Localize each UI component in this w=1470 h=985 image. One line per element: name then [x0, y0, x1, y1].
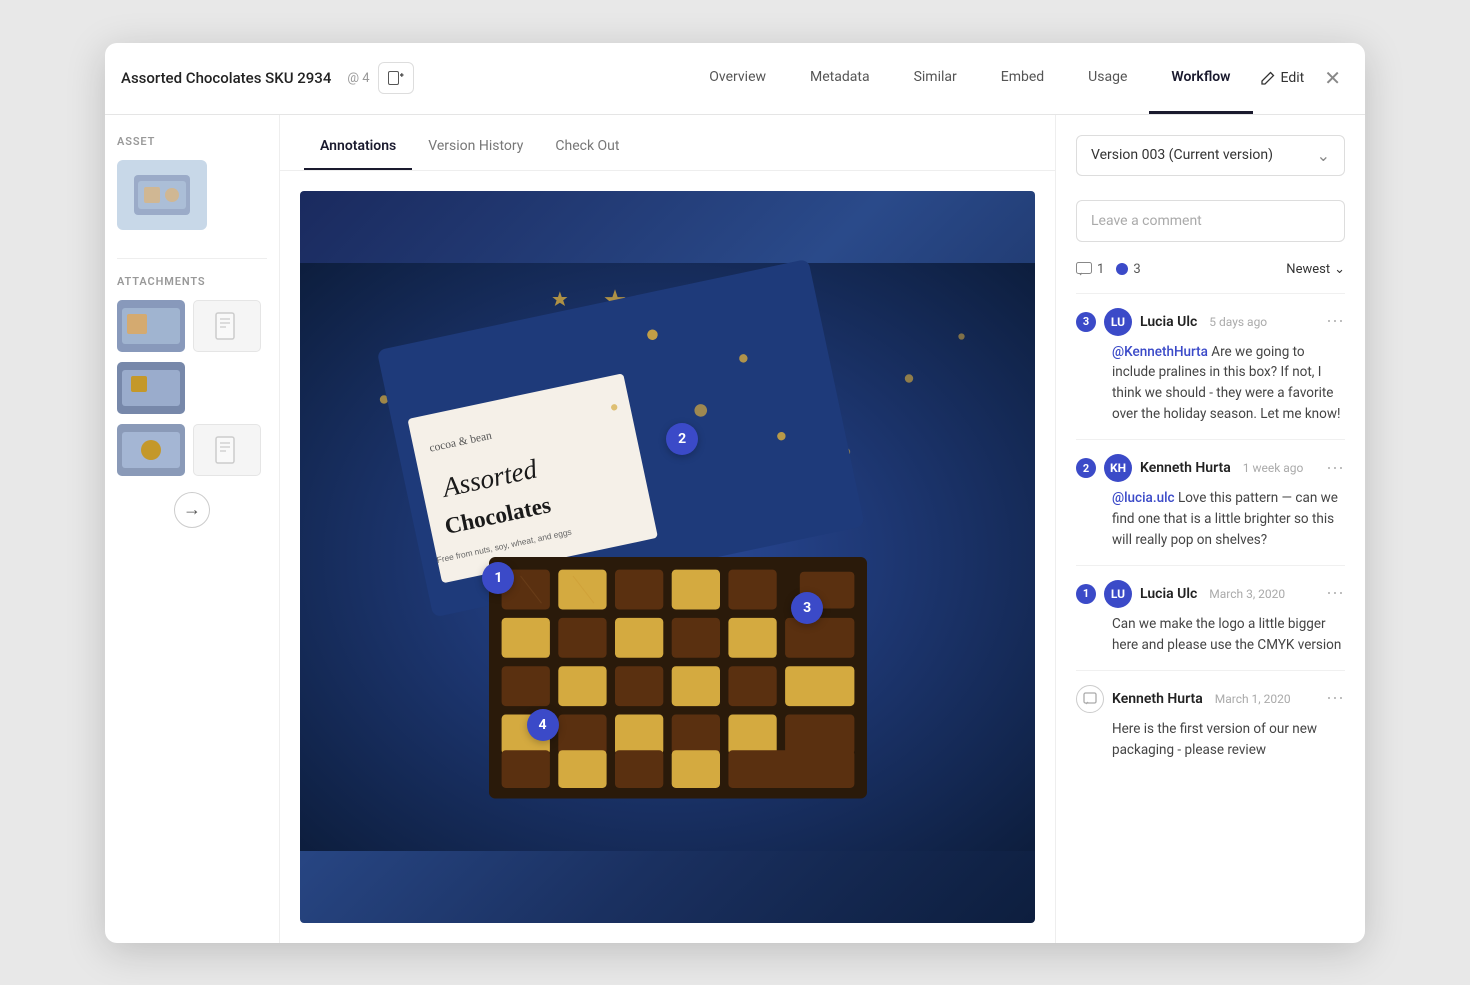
sub-tab-annotations[interactable]: Annotations: [304, 138, 412, 170]
comment-time-1: 5 days ago: [1209, 315, 1267, 329]
attachment-icon-1[interactable]: [193, 300, 261, 352]
comment-thread-4: Kenneth Hurta March 1, 2020 ⋯ Here is th…: [1076, 670, 1345, 775]
annotation-number-3: 3: [803, 600, 811, 616]
comment-thread-3: 1 LU Lucia Ulc March 3, 2020 ⋯ Can we ma…: [1076, 565, 1345, 670]
comment-time-4: March 1, 2020: [1215, 692, 1291, 706]
tab-usage[interactable]: Usage: [1066, 43, 1149, 115]
sub-tab-version-history[interactable]: Version History: [412, 138, 539, 170]
version-dropdown[interactable]: Version 003 (Current version) ⌄: [1076, 135, 1345, 176]
comment-author-3: Lucia Ulc: [1140, 586, 1197, 602]
avatar-1: LU: [1104, 308, 1132, 336]
attachment-row-2: [117, 362, 267, 414]
attachment-row-1: [117, 300, 267, 352]
annotation-pin-4[interactable]: 4: [527, 709, 559, 741]
annotation-pin-3[interactable]: 3: [791, 592, 823, 624]
tab-workflow[interactable]: Workflow: [1149, 43, 1252, 115]
comment-pin-number-3: 1: [1076, 584, 1096, 604]
comment-pin-number-2: 2: [1076, 458, 1096, 478]
annotation-pin-1[interactable]: 1: [482, 562, 514, 594]
window-title: Assorted Chocolates SKU 2934: [121, 69, 331, 87]
annotation-number-2: 2: [678, 431, 686, 447]
version-label: Version 003 (Current version): [1091, 147, 1273, 163]
mention-1: @KennethHurta: [1112, 344, 1208, 360]
sort-select[interactable]: Newest ⌄: [1286, 262, 1345, 277]
chevron-down-icon: ⌄: [1317, 146, 1330, 165]
header-meta: @ 4: [347, 62, 413, 94]
comment-time-2: 1 week ago: [1243, 461, 1304, 475]
avatar-2: KH: [1104, 454, 1132, 482]
tab-metadata[interactable]: Metadata: [788, 43, 892, 115]
sub-tabs: Annotations Version History Check Out: [280, 115, 1055, 171]
annotation-number-4: 4: [539, 717, 547, 733]
main-content: ASSET ATTACHMENTS: [105, 115, 1365, 943]
annotation-number-1: 1: [494, 570, 502, 586]
asset-thumbnail[interactable]: [117, 160, 207, 230]
comment-count-2: 3: [1116, 262, 1140, 277]
comment-meta-3: 1 LU Lucia Ulc March 3, 2020 ⋯: [1076, 580, 1345, 608]
asset-label: ASSET: [117, 135, 267, 148]
comment-input[interactable]: Leave a comment: [1076, 200, 1345, 242]
sidebar-divider: [117, 258, 267, 259]
comment-text-3: Can we make the logo a little bigger her…: [1112, 616, 1341, 653]
close-button[interactable]: ✕: [1316, 62, 1349, 94]
mention-2: @lucia.ulc: [1112, 490, 1175, 506]
comment-body-2: @lucia.ulc Love this pattern — can we fi…: [1076, 488, 1345, 551]
chocolate-image-bg: cocoa & bean Assorted Chocolates Free fr…: [300, 191, 1035, 923]
comments-header: 1 3 Newest ⌄: [1076, 262, 1345, 277]
comment-menu-1[interactable]: ⋯: [1326, 311, 1345, 332]
comment-count-value-2: 3: [1133, 262, 1140, 277]
comment-meta-1: 3 LU Lucia Ulc 5 days ago ⋯: [1076, 308, 1345, 336]
sub-tab-check-out[interactable]: Check Out: [539, 138, 635, 170]
comment-count-value-1: 1: [1097, 262, 1104, 277]
at-count: @ 4: [347, 71, 369, 86]
comment-author-2: Kenneth Hurta: [1140, 460, 1231, 476]
comment-time-3: March 3, 2020: [1209, 587, 1285, 601]
comment-icon: [1076, 262, 1092, 276]
attachment-row-3: [117, 424, 267, 476]
main-window: Assorted Chocolates SKU 2934 @ 4 Overvie…: [105, 43, 1365, 943]
comment-body-3: Can we make the logo a little bigger her…: [1076, 614, 1345, 656]
edit-label: Edit: [1281, 70, 1305, 86]
comment-body-4: Here is the first version of our new pac…: [1076, 719, 1345, 761]
attachment-icon-2[interactable]: [193, 424, 261, 476]
attachment-thumb-2[interactable]: [117, 362, 185, 414]
avatar-3: LU: [1104, 580, 1132, 608]
tab-similar[interactable]: Similar: [892, 43, 979, 115]
image-panel: cocoa & bean Assorted Chocolates Free fr…: [300, 191, 1035, 923]
tab-overview[interactable]: Overview: [687, 43, 788, 115]
unread-dot: [1116, 263, 1128, 275]
attachment-thumb-1[interactable]: [117, 300, 185, 352]
comment-count-1: 1: [1076, 262, 1104, 277]
comment-text-4: Here is the first version of our new pac…: [1112, 721, 1317, 758]
comment-author-1: Lucia Ulc: [1140, 314, 1197, 330]
sort-chevron-icon: ⌄: [1334, 262, 1345, 277]
add-to-collection-button[interactable]: [378, 62, 414, 94]
attachments-label: ATTACHMENTS: [117, 275, 267, 288]
comment-meta-2: 2 KH Kenneth Hurta 1 week ago ⋯: [1076, 454, 1345, 482]
attachment-thumb-3[interactable]: [117, 424, 185, 476]
edit-button[interactable]: Edit: [1261, 70, 1305, 86]
header-actions: Edit ✕: [1261, 62, 1349, 94]
comment-meta-4: Kenneth Hurta March 1, 2020 ⋯: [1076, 685, 1345, 713]
sort-label: Newest: [1286, 262, 1330, 277]
comment-thread-1: 3 LU Lucia Ulc 5 days ago ⋯ @KennethHurt…: [1076, 293, 1345, 440]
attachments-list: [117, 300, 267, 476]
main-nav: Overview Metadata Similar Embed Usage Wo…: [687, 43, 1252, 115]
tab-embed[interactable]: Embed: [979, 43, 1066, 115]
comment-menu-4[interactable]: ⋯: [1326, 688, 1345, 709]
comment-placeholder: Leave a comment: [1091, 213, 1202, 229]
right-panel: Version 003 (Current version) ⌄ Leave a …: [1055, 115, 1365, 943]
content-area: Annotations Version History Check Out: [280, 115, 1055, 943]
avatar-4: [1076, 685, 1104, 713]
comment-author-4: Kenneth Hurta: [1112, 691, 1203, 707]
header: Assorted Chocolates SKU 2934 @ 4 Overvie…: [105, 43, 1365, 115]
comment-menu-2[interactable]: ⋯: [1326, 458, 1345, 479]
comment-pin-number-1: 3: [1076, 312, 1096, 332]
sidebar: ASSET ATTACHMENTS: [105, 115, 280, 943]
annotation-pin-2[interactable]: 2: [666, 423, 698, 455]
next-button[interactable]: →: [174, 492, 210, 528]
comment-menu-3[interactable]: ⋯: [1326, 583, 1345, 604]
comment-thread-2: 2 KH Kenneth Hurta 1 week ago ⋯ @lucia.u…: [1076, 439, 1345, 565]
comment-body-1: @KennethHurta Are we going to include pr…: [1076, 342, 1345, 426]
